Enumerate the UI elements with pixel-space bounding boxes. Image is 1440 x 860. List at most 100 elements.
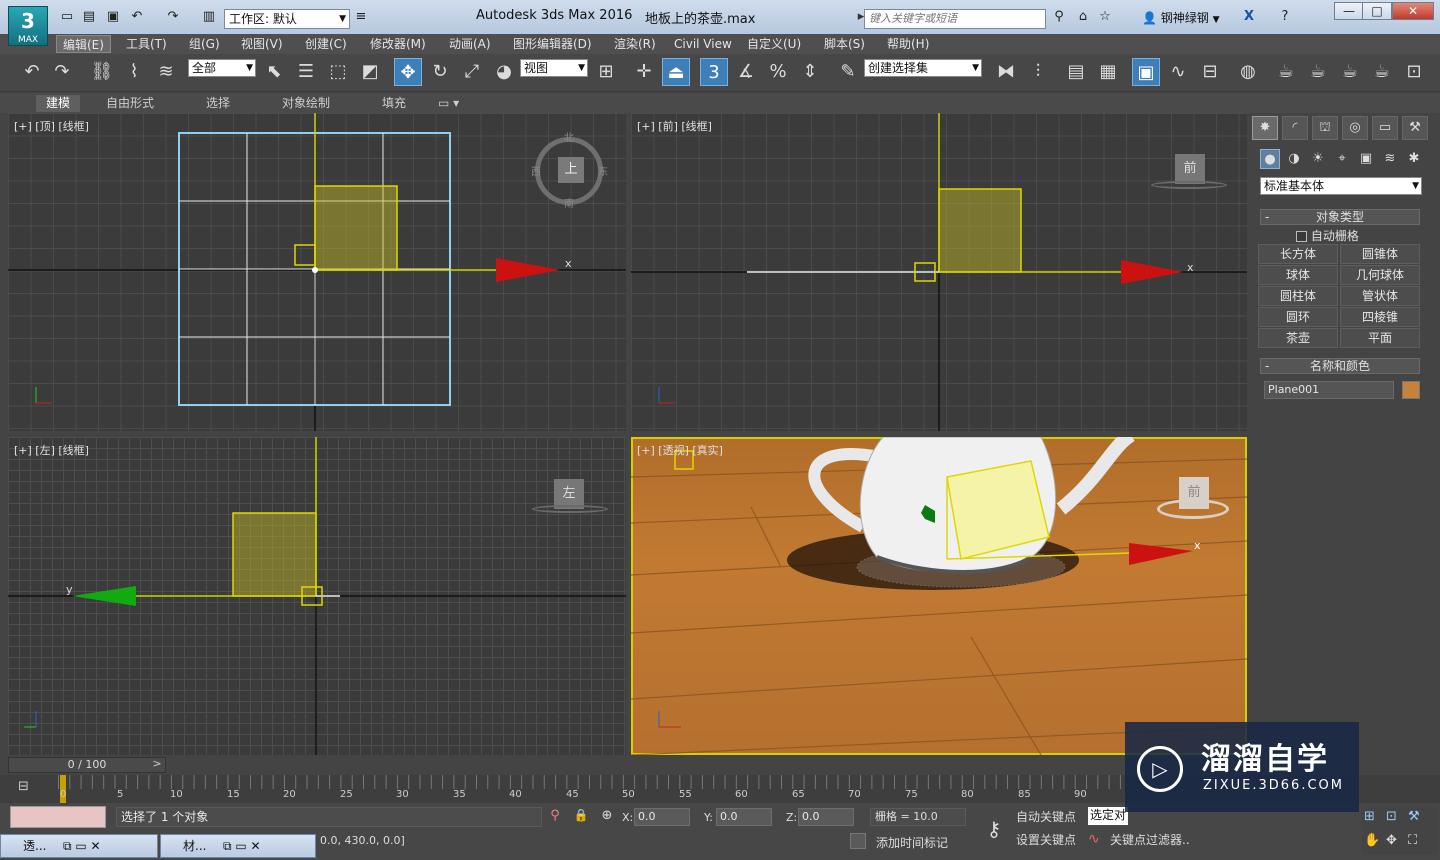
unlink-icon[interactable]: ⌇ (120, 58, 148, 86)
pan-hand-icon[interactable]: ✋ (1364, 833, 1380, 848)
menu-create[interactable]: 创建(C) (299, 35, 353, 53)
teapot-button[interactable]: 茶壶 (1258, 328, 1338, 348)
autogrid-checkbox[interactable]: 自动栅格 (1296, 227, 1359, 244)
add-time-tag-button[interactable]: 添加时间标记 (876, 834, 948, 851)
hierarchy-tab-icon[interactable]: ⛫ (1312, 116, 1338, 140)
cylinder-button[interactable]: 圆柱体 (1258, 286, 1338, 306)
ribbon-options-icon[interactable]: ▭ ▾ (428, 95, 469, 112)
user-account[interactable]: 👤 钢神绿钢 ▼ (1142, 9, 1220, 26)
orbit-icon[interactable]: ✥ (1386, 833, 1397, 848)
menu-animation[interactable]: 动画(A) (443, 35, 497, 53)
percent-snap-icon[interactable]: % (764, 58, 792, 86)
edit-named-selection-icon[interactable]: ✎ (834, 58, 862, 86)
menu-views[interactable]: 视图(V) (235, 35, 289, 53)
curve-editor-icon[interactable]: ∿ (1164, 58, 1192, 86)
keyboard-shortcut-override-icon[interactable]: ⏏ (662, 58, 690, 86)
modify-tab-icon[interactable]: ◜ (1282, 116, 1308, 140)
help-icon[interactable]: ? (1276, 9, 1294, 25)
schematic-view-icon[interactable]: ⊟ (1196, 58, 1224, 86)
z-coord-field[interactable]: 0.0 (798, 808, 854, 826)
viewcube-face[interactable]: 前 (1175, 154, 1205, 184)
render-iterative-icon[interactable]: ☕ (1368, 58, 1396, 86)
menu-civil-view[interactable]: Civil View (668, 35, 738, 53)
zoom-icon[interactable]: ⊞ (1364, 809, 1375, 824)
viewport-front[interactable]: [+] [前] [线框] x 前 (631, 113, 1247, 431)
select-move-icon[interactable]: ✥ (394, 58, 422, 86)
create-tab-icon[interactable]: ✸ (1252, 116, 1278, 140)
pyramid-button[interactable]: 四棱锥 (1340, 307, 1420, 327)
plane-button[interactable]: 平面 (1340, 328, 1420, 348)
select-rotate-icon[interactable]: ↻ (426, 58, 454, 86)
menu-edit[interactable]: 编辑(E) (56, 35, 111, 53)
helpers-icon[interactable]: ▣ (1356, 149, 1376, 169)
scene-explorer-icon[interactable]: ▦ (1094, 58, 1122, 86)
mirror-icon[interactable]: ⧓ (992, 58, 1020, 86)
menu-scripting[interactable]: 脚本(S) (818, 35, 871, 53)
taskbar-item-material[interactable]: 材... ⧉ ▭ ✕ (160, 834, 316, 858)
material-editor-icon[interactable]: ◍ (1234, 58, 1262, 86)
angle-snap-icon[interactable]: ∡ (732, 58, 760, 86)
project-folder-icon[interactable]: ▥ (200, 9, 218, 25)
snaps-toggle-button[interactable]: 3 (700, 58, 728, 86)
redo-icon[interactable]: ↷ (164, 9, 182, 25)
time-slider[interactable]: 0 / 100 (8, 757, 166, 773)
isolate-selection-icon[interactable]: ⚲ (546, 808, 564, 826)
viewport-left[interactable]: [+] [左] [线框] y 左 (8, 437, 626, 755)
selected-dropdown[interactable]: 选定对 (1088, 807, 1128, 825)
systems-icon[interactable]: ✱ (1404, 149, 1424, 169)
window-crossing-icon[interactable]: ◩ (356, 58, 384, 86)
viewport-label[interactable]: [+] [左] [线框] (14, 442, 89, 458)
y-coord-field[interactable]: 0.0 (716, 808, 772, 826)
ribbon-tab-modeling[interactable]: 建模 (36, 95, 81, 112)
rect-selection-icon[interactable]: ⬚ (324, 58, 352, 86)
set-key-button[interactable]: 设置关键点 (1016, 831, 1086, 849)
render-production-icon[interactable]: ☕ (1336, 58, 1364, 86)
select-by-name-icon[interactable]: ☰ (292, 58, 320, 86)
select-scale-icon[interactable]: ⤢ (458, 58, 486, 86)
viewcube-face[interactable]: 上 (558, 157, 584, 183)
undo-icon[interactable]: ↶ (18, 58, 46, 86)
sphere-button[interactable]: 球体 (1258, 265, 1338, 285)
viewport-top[interactable]: [+] [顶] [线框] x 上 北 东 南 西 (8, 113, 626, 431)
object-color-swatch[interactable] (1402, 381, 1420, 399)
minimize-button[interactable]: — (1334, 2, 1364, 20)
zoom-all-icon[interactable]: ⊡ (1386, 809, 1397, 824)
pivot-center-icon[interactable]: ⊞ (592, 58, 620, 86)
cameras-icon[interactable]: ⌖ (1332, 149, 1352, 169)
subscription-icon[interactable]: ⌂ (1074, 9, 1092, 25)
selection-filter-dropdown[interactable]: 全部 ▼ (188, 59, 256, 77)
binoculars-icon[interactable]: ⚲ (1050, 9, 1068, 25)
viewport-label[interactable]: [+] [顶] [线框] (14, 118, 89, 134)
workspace-menu-icon[interactable]: ≡ (352, 9, 370, 25)
align-icon[interactable]: ⫶ (1024, 58, 1052, 86)
bind-spacewarp-icon[interactable]: ≋ (152, 58, 180, 86)
menu-graph-editors[interactable]: 图形编辑器(D) (507, 35, 598, 53)
spacewarps-icon[interactable]: ≋ (1380, 149, 1400, 169)
viewport-label[interactable]: [+] [透视] [真实] (637, 442, 723, 458)
ribbon-tab-selection[interactable]: 选择 (196, 95, 240, 112)
x-coord-field[interactable]: 0.0 (634, 808, 690, 826)
primitive-type-dropdown[interactable]: 标准基本体 ▼ (1260, 177, 1422, 195)
viewport-label[interactable]: [+] [前] [线框] (637, 118, 712, 134)
menu-group[interactable]: 组(G) (183, 35, 226, 53)
exchange-icon[interactable]: X (1240, 9, 1258, 25)
link-icon[interactable]: ⛓ (88, 58, 116, 86)
render-setup-icon[interactable]: ☕ (1272, 58, 1300, 86)
menu-rendering[interactable]: 渲染(R) (608, 35, 662, 53)
tube-button[interactable]: 管状体 (1340, 286, 1420, 306)
menu-customize[interactable]: 自定义(U) (741, 35, 807, 53)
absolute-mode-icon[interactable]: ⊕ (598, 808, 616, 826)
ribbon-tab-freeform[interactable]: 自由形式 (96, 95, 164, 112)
rendered-frame-icon[interactable]: ☕ (1304, 58, 1332, 86)
ribbon-tab-object-paint[interactable]: 对象绘制 (272, 95, 340, 112)
shapes-icon[interactable]: ◑ (1284, 149, 1304, 169)
utilities-tab-icon[interactable]: ⚒ (1402, 116, 1428, 140)
restore-icon[interactable]: ⧉ ▭ ✕ (223, 835, 261, 857)
display-tab-icon[interactable]: ▭ (1372, 116, 1398, 140)
zoom-extents-icon[interactable]: ⚒ (1408, 809, 1420, 824)
rollout-object-type[interactable]: - 对象类型 (1260, 209, 1420, 225)
render-window-icon[interactable]: ⊡ (1400, 58, 1428, 86)
layer-manager-icon[interactable]: ▤ (1062, 58, 1090, 86)
place-object-icon[interactable]: ◕ (490, 58, 518, 86)
undo-icon[interactable]: ↶ (128, 9, 146, 25)
